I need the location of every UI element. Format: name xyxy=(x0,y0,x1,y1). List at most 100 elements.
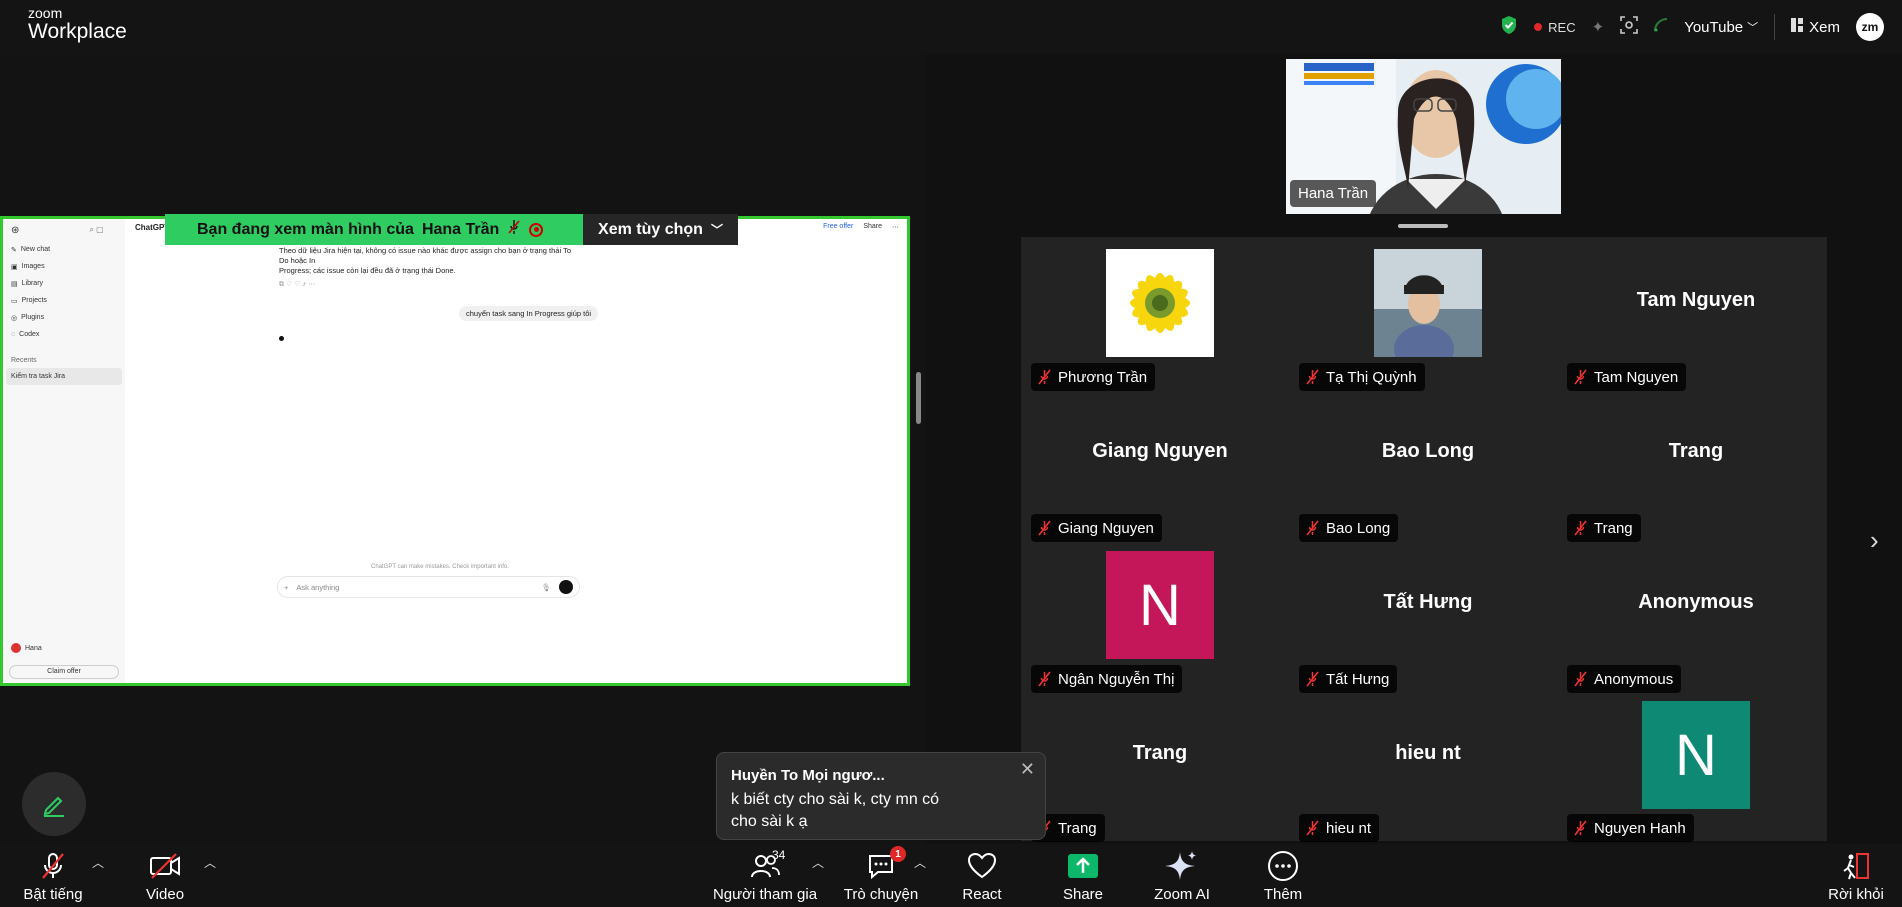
user-message: chuyển task sang In Progress giúp tôi xyxy=(459,306,599,321)
more-button[interactable]: Thêm xyxy=(1258,844,1308,907)
react-button[interactable]: React xyxy=(957,844,1007,907)
view-options-label: Xem tùy chọn xyxy=(598,220,703,238)
participant-tile[interactable]: Trang Trang xyxy=(1562,400,1830,551)
folder-icon: ▭ xyxy=(11,297,18,305)
participant-grid: Phương Trần Tạ Thị Quỳnh Tam Nguyen Tam … xyxy=(1021,237,1830,842)
ask-input[interactable]: + Ask anything 🎙︎ xyxy=(277,576,580,598)
plus-icon[interactable]: + xyxy=(284,583,288,592)
user-avatar[interactable]: zm xyxy=(1856,13,1884,41)
recent-chat-item[interactable]: Kiểm tra task Jira xyxy=(6,368,122,385)
participant-display-name: Trang xyxy=(1132,742,1188,764)
more-icon[interactable]: ⋯ xyxy=(892,223,899,231)
participant-tile[interactable]: Phương Trần xyxy=(1026,249,1294,400)
participant-name: Tất Hưng xyxy=(1326,670,1390,688)
chat-badge: 1 xyxy=(890,846,906,862)
sidebar-item-plugins[interactable]: ◎ Plugins xyxy=(3,309,125,326)
user-profile[interactable]: Hana xyxy=(11,643,42,653)
youtube-dropdown[interactable]: YouTube ﹀ xyxy=(1684,19,1758,36)
sparkle-icon[interactable]: ✦ xyxy=(1592,18,1605,36)
resize-handle[interactable] xyxy=(916,372,921,424)
top-right-controls: REC ✦ YouTube ﹀ Xem zm xyxy=(1500,12,1884,42)
leave-button[interactable]: Rời khỏi xyxy=(1826,844,1886,907)
audio-options-caret[interactable]: ︿ xyxy=(92,854,104,871)
claim-offer-button[interactable]: Claim offer xyxy=(9,665,119,679)
unmute-button[interactable]: Bật tiếng xyxy=(18,844,88,907)
zoom-ai-button[interactable]: Zoom AI xyxy=(1150,844,1214,907)
mic-muted-icon xyxy=(1305,369,1320,385)
share-screen-icon xyxy=(1067,850,1099,882)
voice-mode-icon[interactable] xyxy=(559,580,573,594)
sidebar-label: Plugins xyxy=(21,314,45,321)
participant-name-tag: Ngân Nguyễn Thị xyxy=(1031,665,1183,693)
grid-view-icon xyxy=(1791,18,1804,36)
participant-name-tag: Phương Trần xyxy=(1031,363,1156,391)
message-actions[interactable]: ⧉ ♡ ♡ ⤴ ⋯ xyxy=(279,280,579,290)
participant-tile[interactable]: Tất Hưng Tất Hưng xyxy=(1294,551,1562,702)
participants-button[interactable]: 34 Người tham gia xyxy=(710,844,820,907)
participant-tile[interactable]: N Ngân Nguyễn Thị xyxy=(1026,551,1294,702)
view-button[interactable]: Xem xyxy=(1791,18,1840,36)
mic-muted-icon xyxy=(1573,820,1588,836)
focus-icon[interactable] xyxy=(1620,16,1639,38)
video-options-caret[interactable]: ︿ xyxy=(204,854,216,871)
top-bar: zoom Workplace REC ✦ YouTube ﹀ Xem zm xyxy=(0,0,1902,54)
participants-options-caret[interactable]: ︿ xyxy=(812,854,824,871)
sidebar-item-library[interactable]: ▤ Library xyxy=(3,275,125,292)
participant-name-tag: Trang xyxy=(1567,514,1641,542)
chat-message-line: cho sài k ạ xyxy=(731,813,808,830)
spotlight-video[interactable]: Hana Trần xyxy=(1286,59,1561,214)
view-options-button[interactable]: Xem tùy chọn ﹀ xyxy=(583,214,738,245)
record-icon xyxy=(529,222,544,237)
zoom-ai-label: Zoom AI xyxy=(1154,886,1210,903)
participant-name: Trang xyxy=(1058,819,1097,837)
next-page-icon[interactable]: › xyxy=(1870,525,1879,556)
zoom-logo: zoom Workplace xyxy=(28,6,127,42)
chat-button[interactable]: 1 Trò chuyện xyxy=(843,844,919,907)
participant-tile[interactable]: Bao Long Bao Long xyxy=(1294,400,1562,551)
participant-name-tag: Tam Nguyen xyxy=(1567,363,1687,391)
shield-icon[interactable] xyxy=(1500,15,1518,39)
participant-tile[interactable]: Giang Nguyen Giang Nguyen xyxy=(1026,400,1294,551)
video-label: Video xyxy=(145,886,185,903)
sunflower-avatar xyxy=(1106,249,1214,357)
participant-tile[interactable]: Anonymous Anonymous xyxy=(1562,551,1830,702)
annotate-button[interactable] xyxy=(22,772,86,836)
participant-tile[interactable]: Tam Nguyen Tam Nguyen xyxy=(1562,249,1830,400)
participant-tile[interactable]: N Nguyen Hanh xyxy=(1562,701,1830,853)
plugin-icon: ◎ xyxy=(11,314,18,322)
participant-name: Nguyen Hanh xyxy=(1594,819,1686,837)
signal-icon[interactable] xyxy=(1654,18,1668,36)
letter-avatar: N xyxy=(1642,701,1750,809)
participant-display-name: Tam Nguyen xyxy=(1636,289,1756,311)
close-icon[interactable]: ✕ xyxy=(1020,759,1035,780)
sidebar-item-images[interactable]: ▣ Images xyxy=(3,258,125,275)
shared-screen[interactable]: ⊛ ⌕ ▢ ✎ New chat ▣ Images ▤ Library ▭ Projec… xyxy=(0,216,910,686)
chat-icon: 1 xyxy=(866,846,906,882)
participant-tile[interactable]: hieu nt hieu nt xyxy=(1294,702,1562,853)
leave-label: Rời khỏi xyxy=(1828,886,1884,903)
leave-icon xyxy=(1841,850,1871,882)
sidebar-item-projects[interactable]: ▭ Projects xyxy=(3,292,125,309)
chat-options-caret[interactable]: ︿ xyxy=(914,854,926,871)
mic-icon[interactable]: 🎙︎ xyxy=(541,583,551,592)
video-button[interactable]: Video xyxy=(140,844,190,907)
participant-tile[interactable]: Tạ Thị Quỳnh xyxy=(1294,249,1562,400)
mic-muted-icon xyxy=(1573,369,1588,385)
free-offer-link[interactable]: Free offer xyxy=(823,223,853,231)
sidebar-label: New chat xyxy=(20,246,51,253)
sidebar-item-codex[interactable]: ◌ Codex xyxy=(3,326,125,343)
share-screen-button[interactable]: Share xyxy=(1058,844,1108,907)
more-label: Thêm xyxy=(1263,886,1303,903)
chat-notification[interactable]: Huyền To Mọi ngươ... k biết cty cho sài … xyxy=(716,752,1046,840)
sidebar-label: Images xyxy=(21,263,45,270)
participant-count: 34 xyxy=(772,848,786,862)
participant-tile[interactable]: Trang Trang xyxy=(1026,702,1294,853)
chat-label: Trò chuyện xyxy=(843,886,919,903)
drag-handle[interactable] xyxy=(1398,224,1448,228)
share-link[interactable]: Share xyxy=(863,223,882,231)
sidebar-item-new-chat[interactable]: ✎ New chat xyxy=(3,241,125,258)
sidebar-label: Codex xyxy=(19,331,40,338)
recording-indicator[interactable]: REC xyxy=(1534,20,1576,35)
video-off-icon xyxy=(149,850,181,882)
participant-name-tag: Giang Nguyen xyxy=(1031,514,1162,542)
